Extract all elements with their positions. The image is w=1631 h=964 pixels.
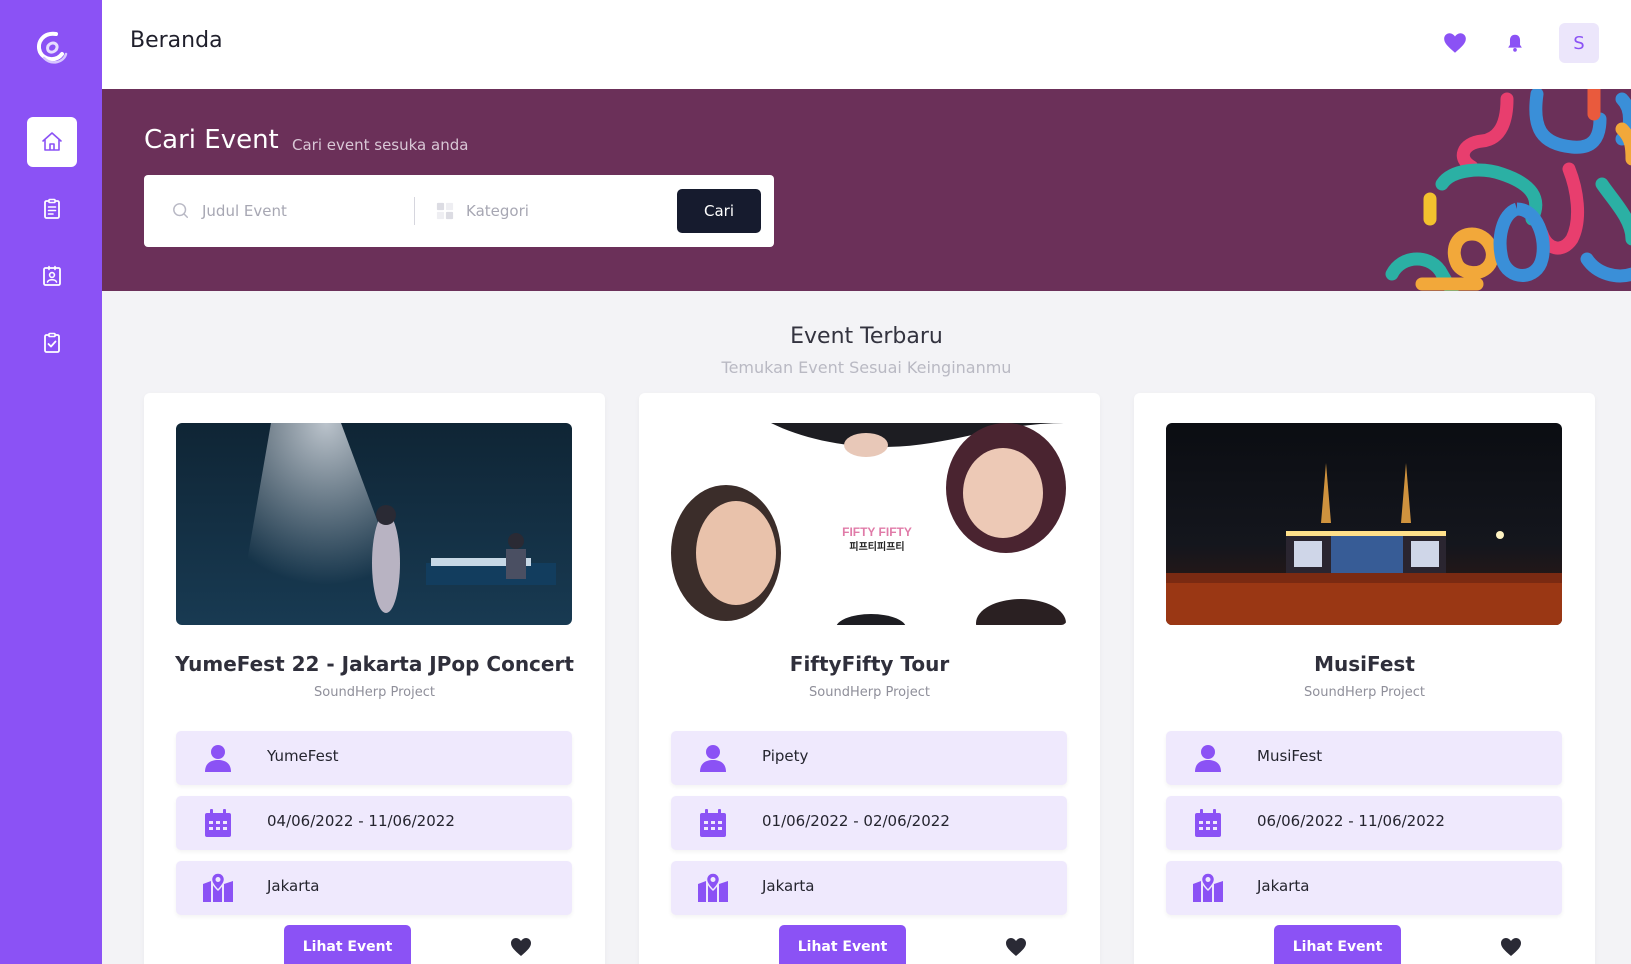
event-organizer: SoundHerp Project	[809, 685, 930, 700]
bell-icon	[1508, 34, 1522, 52]
event-dates: 06/06/2022 - 11/06/2022	[1257, 812, 1445, 830]
event-creator-row: YumeFest	[176, 731, 572, 785]
sidebar-item-events[interactable]	[27, 184, 77, 234]
event-creator: MusiFest	[1257, 747, 1323, 765]
event-organizer: SoundHerp Project	[1304, 685, 1425, 700]
map-location-icon	[1193, 872, 1223, 902]
event-title: MusiFest	[1314, 652, 1415, 676]
poster-photo: FIFTY FIFTY 피프티피프티	[671, 423, 1067, 625]
event-creator-row: Pipety	[671, 731, 1067, 785]
favorite-heart-icon[interactable]	[1499, 935, 1523, 959]
search-divider	[414, 197, 415, 225]
search-form: Judul Event Kategori Cari	[144, 175, 774, 247]
event-location: Jakarta	[267, 877, 320, 895]
notifications-button[interactable]	[1500, 28, 1530, 58]
favorite-heart-icon[interactable]	[509, 935, 533, 959]
event-date-row: 04/06/2022 - 11/06/2022	[176, 796, 572, 850]
top-bar: Beranda S	[102, 0, 1631, 89]
poster-text-2: 피프티피프티	[849, 540, 904, 553]
calendar-icon	[1195, 809, 1221, 837]
festival-photo	[1166, 423, 1562, 625]
view-event-button[interactable]: Lihat Event	[1274, 925, 1401, 964]
user-icon	[700, 745, 726, 772]
event-creator: YumeFest	[267, 747, 339, 765]
view-event-button[interactable]: Lihat Event	[284, 925, 411, 964]
event-date-row: 01/06/2022 - 02/06/2022	[671, 796, 1067, 850]
sidebar-item-contacts[interactable]	[27, 251, 77, 301]
section-subtitle: Temukan Event Sesuai Keinginanmu	[721, 358, 1012, 377]
section-title: Event Terbaru	[790, 324, 943, 349]
page-title: Beranda	[130, 28, 223, 53]
category-placeholder: Kategori	[466, 202, 529, 220]
event-date-row: 06/06/2022 - 11/06/2022	[1166, 796, 1562, 850]
event-creator-row: MusiFest	[1166, 731, 1562, 785]
app-logo[interactable]	[30, 26, 72, 68]
event-location: Jakarta	[1257, 877, 1310, 895]
event-dates: 01/06/2022 - 02/06/2022	[762, 812, 950, 830]
category-grid-icon	[436, 202, 454, 220]
event-image[interactable]: FIFTY FIFTY 피프티피프티	[671, 423, 1067, 625]
user-avatar[interactable]: S	[1559, 23, 1599, 63]
category-select[interactable]: Kategori	[436, 195, 656, 227]
hero-subtitle: Cari event sesuka anda	[292, 136, 469, 154]
calendar-icon	[700, 809, 726, 837]
user-icon	[205, 745, 231, 772]
event-dates: 04/06/2022 - 11/06/2022	[267, 812, 455, 830]
event-title: YumeFest 22 - Jakarta JPop Concert	[175, 652, 574, 676]
event-card: FIFTY FIFTY 피프티피프티 FiftyFifty Tour Sound…	[639, 393, 1100, 964]
search-button[interactable]: Cari	[677, 189, 761, 233]
search-input[interactable]: Judul Event	[172, 195, 392, 227]
contact-card-icon	[43, 265, 61, 286]
home-icon	[42, 132, 62, 151]
user-icon	[1195, 745, 1221, 772]
favorite-heart-icon[interactable]	[1004, 935, 1028, 959]
concert-photo	[176, 423, 572, 625]
search-icon	[173, 203, 189, 219]
event-location-row: Jakarta	[1166, 861, 1562, 915]
event-image[interactable]	[176, 423, 572, 625]
event-card: YumeFest 22 - Jakarta JPop Concert Sound…	[144, 393, 605, 964]
sidebar-item-home[interactable]	[27, 117, 77, 167]
sidebar-item-tasks[interactable]	[27, 318, 77, 368]
event-creator: Pipety	[762, 747, 809, 765]
map-location-icon	[203, 872, 233, 902]
heart-icon	[1444, 33, 1466, 53]
event-organizer: SoundHerp Project	[314, 685, 435, 700]
clipboard-check-icon	[44, 332, 60, 353]
clipboard-list-icon	[44, 198, 60, 219]
event-location: Jakarta	[762, 877, 815, 895]
favorites-button[interactable]	[1440, 28, 1470, 58]
event-image[interactable]	[1166, 423, 1562, 625]
event-card: MusiFest SoundHerp Project MusiFest 06/0…	[1134, 393, 1595, 964]
decorative-pattern	[1385, 89, 1631, 291]
event-location-row: Jakarta	[176, 861, 572, 915]
event-title: FiftyFifty Tour	[789, 652, 950, 676]
event-location-row: Jakarta	[671, 861, 1067, 915]
poster-text-1: FIFTY FIFTY	[842, 525, 912, 539]
search-hero: Cari Event Cari event sesuka anda Judul …	[102, 89, 1631, 291]
search-placeholder: Judul Event	[202, 202, 287, 220]
calendar-icon	[205, 809, 231, 837]
sidebar	[0, 0, 102, 964]
view-event-button[interactable]: Lihat Event	[779, 925, 906, 964]
hero-title: Cari Event	[144, 125, 279, 155]
map-location-icon	[698, 872, 728, 902]
